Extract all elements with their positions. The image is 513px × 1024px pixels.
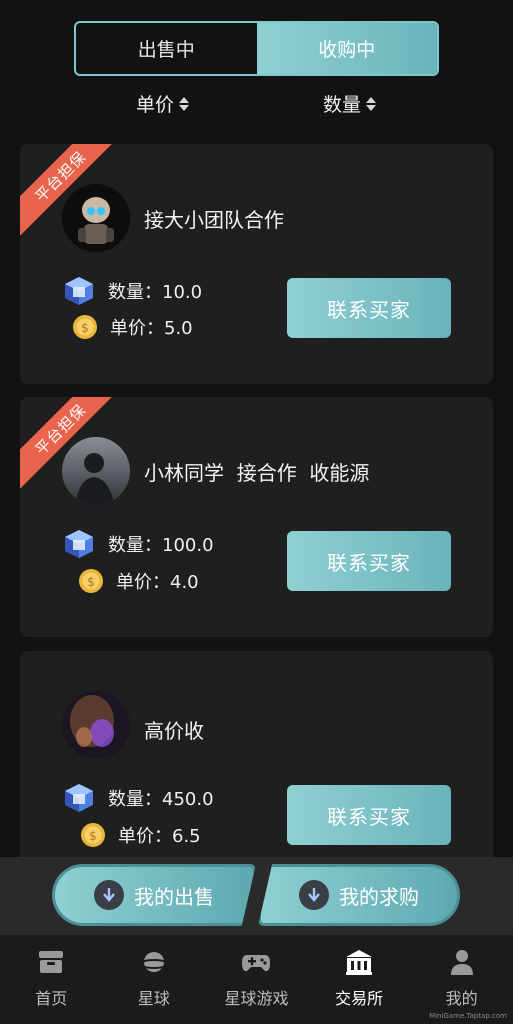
contact-buyer-button[interactable]: 联系买家	[287, 278, 451, 338]
person-icon	[450, 950, 473, 975]
coin-icon: $	[81, 823, 105, 847]
price-stat: $ 单价：6.5	[80, 822, 201, 848]
listing-type-toggle: 出售中 收购中	[74, 21, 439, 76]
my-purchases-label: 我的求购	[339, 884, 419, 909]
coin-icon: $	[79, 569, 103, 593]
sort-quantity-label: 数量	[323, 94, 362, 116]
quantity-value: 数量：10.0	[108, 282, 203, 303]
tab-exchange[interactable]: 交易所	[308, 935, 411, 1024]
tab-planet-games[interactable]: 星球游戏	[205, 935, 308, 1024]
tab-home-label: 首页	[35, 989, 68, 1008]
quantity-stat: 数量：10.0	[62, 275, 202, 307]
planet-icon	[138, 952, 169, 972]
tab-exchange-label: 交易所	[335, 989, 384, 1008]
tab-planet-games-label: 星球游戏	[224, 989, 289, 1008]
tab-selling[interactable]: 出售中	[76, 23, 257, 74]
tab-home[interactable]: 首页	[0, 935, 103, 1024]
svg-text:$: $	[81, 321, 89, 335]
tab-planet[interactable]: 星球	[103, 935, 206, 1024]
action-bar: 我的出售 我的求购	[0, 857, 513, 935]
download-icon	[299, 880, 329, 910]
avatar[interactable]	[62, 437, 130, 505]
price-value: 单价：5.0	[110, 318, 193, 339]
my-sales-button[interactable]: 我的出售	[52, 864, 256, 926]
quantity-stat: 数量：100.0	[62, 528, 214, 560]
svg-text:$: $	[87, 575, 95, 589]
cube-icon	[65, 530, 93, 558]
my-purchases-button[interactable]: 我的求购	[258, 864, 460, 926]
tab-me-label: 我的	[445, 989, 478, 1008]
quantity-stat: 数量：450.0	[62, 782, 214, 814]
tab-me[interactable]: 我的	[410, 935, 513, 1024]
sort-row: 单价 数量	[0, 90, 513, 118]
my-sales-label: 我的出售	[134, 884, 214, 909]
avatar[interactable]	[62, 691, 130, 759]
cube-icon	[65, 784, 93, 812]
listing-card: 平台担保 小林同学 接合作 收能源 数量：100.0 $ 单价：4.0 联系买家	[20, 397, 493, 637]
watermark: MiniGame.Taptap.com	[429, 1012, 507, 1020]
price-stat: $ 单价：5.0	[72, 314, 193, 340]
listing-card: 平台担保 接大小团队合作 数量：10.0 $ 单价：5.0 联系买家	[20, 144, 493, 384]
coin-icon: $	[73, 315, 97, 339]
tab-planet-label: 星球	[137, 989, 170, 1008]
sort-arrows-icon	[179, 96, 190, 111]
avatar[interactable]	[62, 184, 130, 252]
contact-buyer-button[interactable]: 联系买家	[287, 531, 451, 591]
sort-arrows-icon	[366, 96, 377, 111]
price-stat: $ 单价：4.0	[78, 568, 199, 594]
contact-buyer-button[interactable]: 联系买家	[287, 785, 451, 845]
buyer-name: 接大小团队合作	[144, 208, 284, 232]
buyer-name: 小林同学 接合作 收能源	[144, 461, 370, 485]
listing-card: 高价收 数量：450.0 $ 单价：6.5 联系买家	[20, 651, 493, 871]
gamepad-icon	[242, 955, 271, 972]
sort-price-label: 单价	[136, 94, 175, 116]
quantity-value: 数量：100.0	[108, 535, 214, 556]
sort-by-quantity[interactable]: 数量	[323, 90, 377, 117]
quantity-value: 数量：450.0	[108, 789, 214, 810]
svg-text:$: $	[89, 829, 97, 843]
sort-by-price[interactable]: 单价	[136, 90, 190, 117]
cube-icon	[65, 277, 93, 305]
exchange-building-icon	[346, 950, 373, 975]
download-icon	[94, 880, 124, 910]
tab-buying[interactable]: 收购中	[256, 23, 437, 74]
bottom-tab-bar: 首页 星球 星球游戏 交易所 我的	[0, 935, 513, 1024]
buyer-name: 高价收	[144, 719, 204, 743]
price-value: 单价：6.5	[118, 826, 201, 847]
home-box-icon	[39, 951, 64, 973]
price-value: 单价：4.0	[116, 572, 199, 593]
